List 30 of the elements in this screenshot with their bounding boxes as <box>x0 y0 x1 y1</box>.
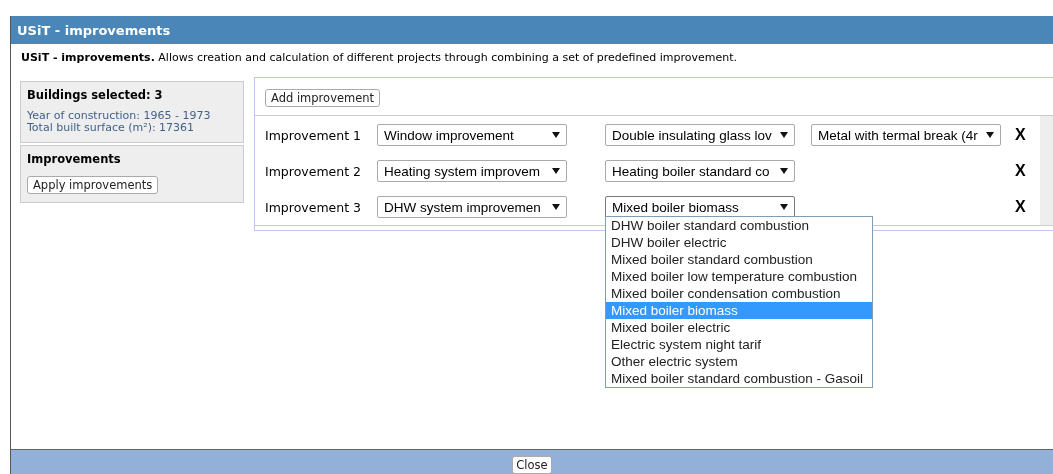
description: USiT - improvements. Allows creation and calculation of different projects through combining a set of predefined improvement. <box>20 50 739 66</box>
caret-icon <box>552 204 560 210</box>
apply-button[interactable]: Apply improvements <box>27 176 159 194</box>
improvement-label: Improvement 3 <box>265 199 362 215</box>
remove-button[interactable]: X <box>1015 126 1026 144</box>
select-field[interactable]: Mixed boiler biomass <box>605 196 795 218</box>
remove-button[interactable]: X <box>1015 198 1026 216</box>
select-field[interactable]: Window improvement <box>377 124 567 146</box>
building-info: Total built surface (m²): 17361 <box>27 122 196 134</box>
caret-icon <box>552 168 560 174</box>
scrollbar[interactable] <box>1040 116 1053 225</box>
window-title: USiT - improvements <box>11 16 1053 44</box>
improvement-label: Improvement 1 <box>265 127 362 143</box>
select-field[interactable]: Metal with termal break (4r <box>811 124 1001 146</box>
remove-button[interactable]: X <box>1015 162 1026 180</box>
close-button[interactable]: Close <box>512 456 552 474</box>
building-info: Year of construction: 1965 - 1973 <box>27 110 212 122</box>
caret-icon <box>780 132 788 138</box>
caret-icon <box>552 132 560 138</box>
add-button[interactable]: Add improvement <box>265 89 381 107</box>
caret-icon <box>986 132 994 138</box>
select-field[interactable]: Heating system improvem <box>377 160 567 182</box>
select-field[interactable]: DHW system improvemen <box>377 196 567 218</box>
panel-heading: Buildings selected: 3 <box>27 88 164 102</box>
select-field[interactable]: Heating boiler standard co <box>605 160 795 182</box>
select-field[interactable]: Double insulating glass lov <box>605 124 795 146</box>
improvement-label: Improvement 2 <box>265 163 362 179</box>
panel-heading: Improvements <box>27 152 122 166</box>
caret-icon <box>780 168 788 174</box>
caret-icon <box>780 204 788 210</box>
